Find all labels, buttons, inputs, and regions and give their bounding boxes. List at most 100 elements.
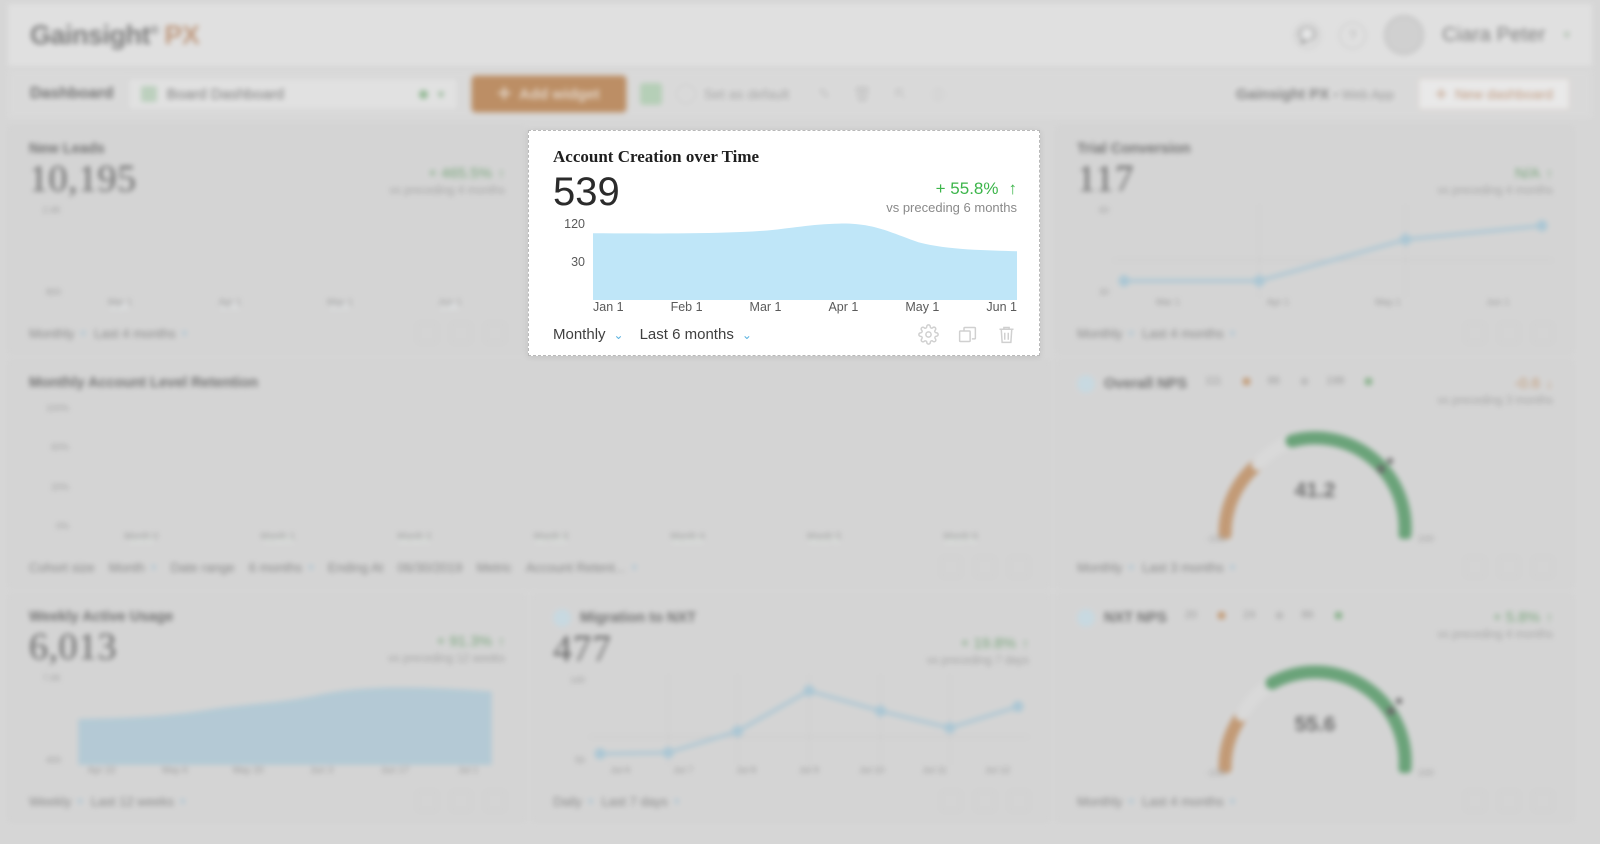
widget-header: 539 + 55.8%↑ vs preceding 6 months (553, 171, 1017, 215)
trend-up-icon: ↑ (1546, 609, 1553, 625)
cohort-size-selector[interactable]: Month▾ (109, 560, 157, 575)
copy-icon[interactable] (975, 557, 995, 577)
chevron-down-icon: ▾ (1129, 327, 1135, 340)
widget-actions (918, 324, 1017, 345)
widget-nxt-nps[interactable]: NXT NPS 20 24 86 + 5.8%↑ vs preceding 4 … (1056, 594, 1574, 822)
x-tick: Mar 1 (85, 297, 155, 308)
set-as-default-button[interactable]: Set as default (676, 84, 790, 104)
widget-header: NXT NPS 20 24 86 + 5.8%↑ vs preceding 4 … (1077, 609, 1553, 641)
share-icon[interactable]: ⇱ (889, 83, 911, 105)
x-tick: Jun 1 (1463, 297, 1533, 308)
chevron-down-icon: ▾ (151, 561, 157, 574)
widget-title: Weekly Active Usage (29, 609, 505, 625)
range-value: Last 4 months (94, 326, 176, 341)
comparison-label: vs preceding 12 weeks (388, 653, 505, 665)
x-tick: Jun 17 (360, 765, 430, 776)
date-range-selector[interactable]: 6 months▾ (249, 560, 314, 575)
gauge-min-label: -100 (1206, 768, 1226, 779)
range-selector[interactable]: Last 4 months▾ (1142, 326, 1235, 341)
copy-icon[interactable] (1499, 791, 1519, 811)
frequency-selector[interactable]: Weekly▾ (29, 794, 83, 809)
copy-icon[interactable] (975, 791, 995, 811)
copy-icon[interactable] (1499, 323, 1519, 343)
gear-icon[interactable] (918, 324, 939, 345)
trash-icon[interactable] (1533, 323, 1553, 343)
info-icon[interactable]: ⓘ (927, 83, 949, 105)
copy-icon[interactable] (1499, 557, 1519, 577)
widget-trial-conversion[interactable]: Trial Conversion 117 N/A↑ vs preceding 4… (1056, 126, 1574, 354)
gear-icon[interactable] (941, 557, 961, 577)
new-dashboard-button[interactable]: ✛ New dashboard (1418, 78, 1570, 110)
trash-icon[interactable] (996, 324, 1017, 345)
widget-monthly-account-retention[interactable]: Monthly Account Level Retention 100% 60%… (8, 360, 1050, 588)
app-logo[interactable]: Gainsight®PX (30, 20, 199, 51)
radio-icon (676, 84, 696, 104)
chevron-down-icon[interactable]: ▾ (438, 86, 445, 103)
widget-new-leads[interactable]: New Leads 10,195 + 465.5%↑ vs preceding … (8, 126, 526, 354)
x-tick: Apr 1 (195, 297, 265, 308)
range-selector[interactable]: Last 6 months ⌄ (640, 326, 752, 343)
widget-delta: + 91.3%↑ vs preceding 12 weeks (388, 625, 505, 665)
edit-icon[interactable]: ✎ (813, 83, 835, 105)
frequency-value: Monthly (1077, 794, 1123, 809)
frequency-selector[interactable]: Monthly▾ (1077, 794, 1134, 809)
toolbar-section-label: Dashboard (30, 85, 114, 103)
range-selector[interactable]: Last 4 months▾ (1142, 794, 1235, 809)
add-widget-button[interactable]: ✛ Add widget (472, 76, 626, 112)
frequency-selector[interactable]: Monthly ⌄ (553, 326, 624, 343)
trash-icon[interactable] (1533, 557, 1553, 577)
avatar[interactable] (1384, 15, 1424, 55)
chevron-down-icon: ▾ (1129, 561, 1135, 574)
trash-icon[interactable] (1009, 557, 1029, 577)
metric-selector[interactable]: Account Retent...▾ (526, 560, 637, 575)
copy-icon[interactable] (451, 323, 471, 343)
gear-icon[interactable] (1465, 791, 1485, 811)
widget-migration-to-nxt[interactable]: Migration to NXT 477 + 19.8%↑ vs precedi… (532, 594, 1050, 822)
trash-icon[interactable] (1009, 791, 1029, 811)
chevron-down-icon[interactable]: ▾ (1563, 27, 1570, 43)
widget-account-creation-over-time[interactable]: Account Creation over Time 539 + 55.8%↑ … (528, 130, 1040, 356)
detractor-swatch (1218, 612, 1225, 619)
range-selector[interactable]: Last 4 months▾ (94, 326, 187, 341)
frequency-selector[interactable]: Monthly▾ (29, 326, 86, 341)
trash-icon[interactable] (485, 791, 505, 811)
widget-weekly-active-usage[interactable]: Weekly Active Usage 6,013 + 91.3%↑ vs pr… (8, 594, 526, 822)
frequency-selector[interactable]: Daily▾ (553, 794, 593, 809)
copy-icon[interactable] (957, 324, 978, 345)
copy-icon[interactable] (451, 791, 471, 811)
x-tick: Month 0 (89, 531, 194, 542)
help-icon[interactable]: ? (1339, 22, 1366, 49)
dashboard-selector[interactable]: Board Dashboard ▾ (128, 78, 458, 110)
dashboard-app: Gainsight®PX 💬 ? Ciara Peter ▾ Dashboard… (0, 0, 1600, 844)
widget-title: NXT NPS (1104, 610, 1167, 626)
line-chart: 140 56 (553, 671, 1029, 785)
gear-icon[interactable] (1465, 323, 1485, 343)
x-tick: Month 1 (225, 531, 330, 542)
nps-stats: 111 86 198 (1205, 375, 1372, 387)
plot-area: Mar 1 Apr 1 May 1 Jun 1 (1113, 205, 1553, 317)
frequency-selector[interactable]: Monthly▾ (1077, 560, 1134, 575)
gear-icon[interactable] (417, 323, 437, 343)
check-icon[interactable] (640, 83, 662, 105)
toolbar-icon-group: ✎ 🗑 ⇱ ⓘ (813, 83, 949, 105)
chevron-down-icon: ▾ (77, 795, 83, 808)
widget-title: New Leads (29, 141, 505, 157)
plus-icon: ✛ (1435, 86, 1447, 103)
gear-icon[interactable] (941, 791, 961, 811)
widget-overall-nps[interactable]: Overall NPS 111 86 198 -0.6↓ vs precedin… (1056, 360, 1574, 588)
user-name[interactable]: Ciara Peter (1442, 24, 1545, 47)
range-selector[interactable]: Last 3 months▾ (1142, 560, 1235, 575)
gear-icon[interactable] (417, 791, 437, 811)
delete-icon[interactable]: 🗑 (851, 83, 873, 105)
chevron-down-icon: ⌄ (614, 328, 624, 342)
range-selector[interactable]: Last 12 weeks▾ (91, 794, 186, 809)
trash-icon[interactable] (1533, 791, 1553, 811)
comment-icon[interactable]: 💬 (1294, 22, 1321, 49)
gear-icon[interactable] (1465, 557, 1485, 577)
ending-at-value[interactable]: 06/30/2019 (397, 560, 462, 575)
frequency-selector[interactable]: Monthly▾ (1077, 326, 1134, 341)
range-selector[interactable]: Last 7 days▾ (601, 794, 679, 809)
line-series (589, 675, 1029, 765)
trash-icon[interactable] (485, 323, 505, 343)
x-tick: Jun 3 (286, 765, 356, 776)
